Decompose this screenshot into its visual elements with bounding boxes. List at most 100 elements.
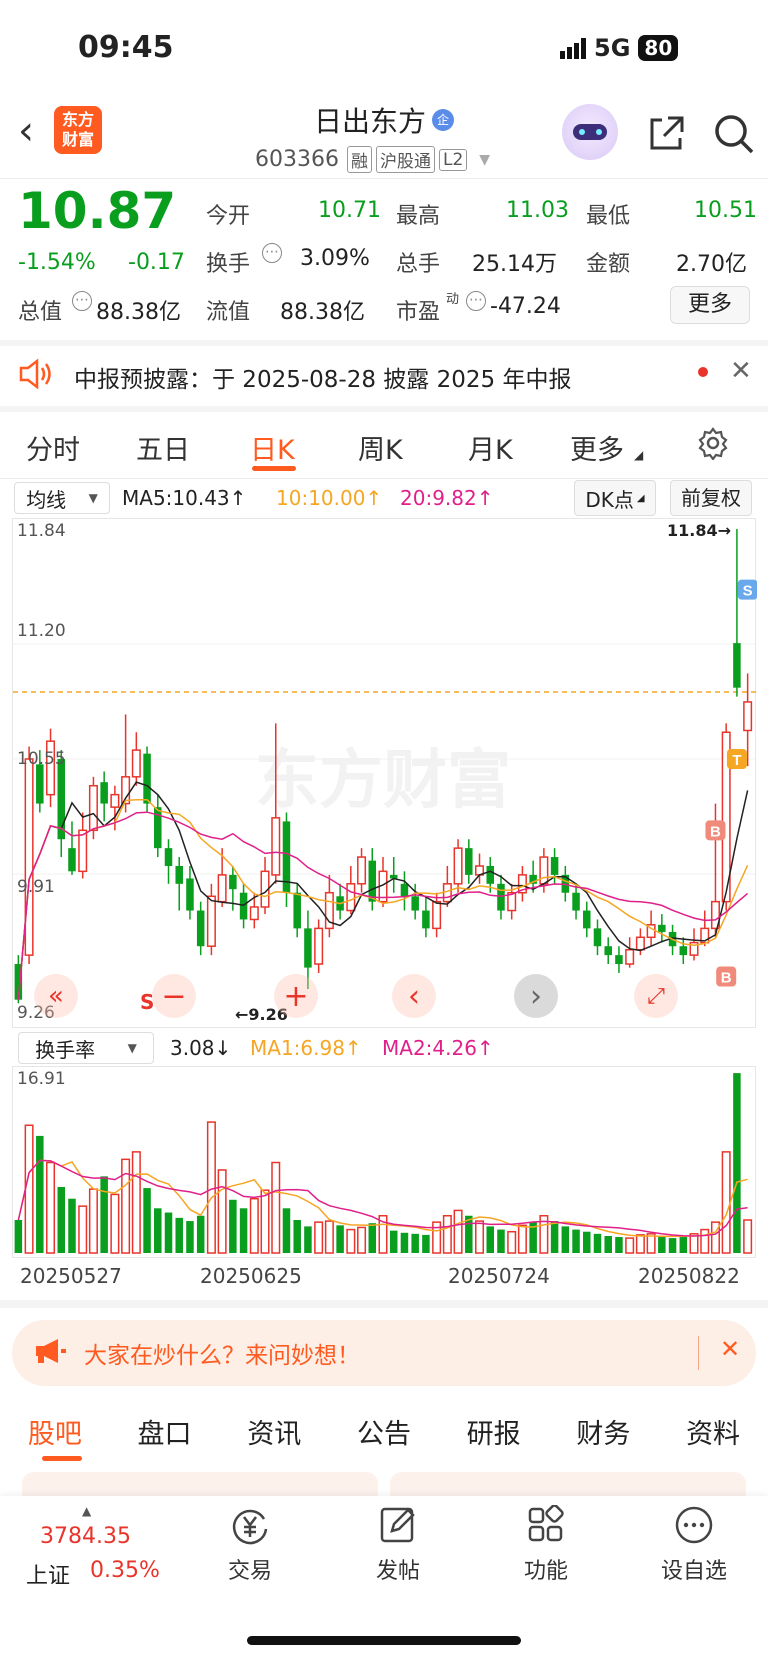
candle-body [658,924,666,932]
volume-bar [78,1205,88,1254]
candle-body [346,883,356,912]
candle-body [411,896,419,911]
tab-orderbook[interactable]: 盘口 [138,1412,192,1451]
volume-bar [389,1230,398,1253]
battery-icon: 80 [638,35,679,61]
tab-profile[interactable]: 资料 [686,1412,740,1451]
more-button[interactable]: 更多 [670,286,750,324]
volume-bar [550,1221,559,1253]
volume-chart[interactable]: 16.91 [12,1066,756,1258]
assistant-avatar-icon[interactable] [562,104,618,160]
close-promo-icon[interactable]: ✕ [720,1335,740,1363]
open-value: 10.71 [318,198,381,223]
promo-banner[interactable]: 大家在炒什么？来问妙想！ ✕ [12,1320,756,1386]
volume-bar [14,1220,23,1253]
volume-canvas [14,1073,753,1254]
volume-bar [346,1228,356,1254]
y-tick-3: 10.55 [17,749,66,769]
candle-body [625,949,635,965]
volume-bar [100,1176,108,1253]
amount-value: 2.70亿 [676,252,747,277]
enterprise-badge: 企 [432,109,454,131]
tab-more[interactable]: 更多 [570,428,624,467]
sub-tab-indicator [42,1456,82,1461]
tab-research[interactable]: 研报 [467,1412,521,1451]
vol-ma1: MA1:6.98↑ [250,1036,362,1060]
notice-text[interactable]: 中报预披露：于 2025-08-28 披露 2025 年中报 [74,360,571,394]
close-icon[interactable]: ✕ [730,356,752,386]
nav-post[interactable]: 发帖 [338,1505,458,1585]
info-icon[interactable]: ⋯ [72,291,92,311]
sell-marker: S [743,583,753,600]
candle-body [743,701,753,732]
info-icon[interactable]: ⋯ [262,243,282,263]
volume-bar [229,1199,237,1253]
max-marker: 11.84→ [667,521,732,540]
mcap-label: 总值 [18,300,63,325]
volume-indicator-select[interactable]: 换手率 ▼ [18,1032,154,1064]
index-name[interactable]: 上证 [26,1558,70,1590]
volume-bar [497,1229,505,1253]
adjust-button[interactable]: 前复权 [670,480,752,516]
current-price: 10.87 [18,182,177,240]
volume-bar [57,1187,66,1253]
candle-body [110,793,120,808]
nav-trade[interactable]: 交易 [190,1505,310,1585]
tab-five-day[interactable]: 五日 [136,428,190,467]
index-percent[interactable]: 0.35% [90,1558,160,1583]
candle-body [539,856,549,885]
share-icon[interactable] [646,114,686,158]
tab-forum[interactable]: 股吧 [28,1412,82,1451]
search-icon[interactable] [712,112,756,160]
change-amount: -0.17 [128,250,185,275]
tab-announcements[interactable]: 公告 [357,1412,411,1451]
candle-body [271,817,281,876]
tab-intraday[interactable]: 分时 [26,428,80,467]
candle-body [304,928,312,968]
tab-finance[interactable]: 财务 [576,1412,630,1451]
nav-functions[interactable]: 功能 [486,1504,606,1585]
tab-news[interactable]: 资讯 [247,1412,301,1451]
candle-body [314,927,324,965]
info-icon[interactable]: ⋯ [466,291,486,311]
dk-point-button[interactable]: DK点 ◢ [574,480,656,516]
volume-bar [625,1237,635,1254]
buy-marker: B [710,823,721,840]
kline-chart[interactable]: 东方财富 BBTS 11.84 11.20 10.55 9.91 9.26 11… [12,518,757,1028]
zoom-out-icon[interactable]: − [152,974,196,1018]
candle-body [154,807,162,849]
date-label-4: 20250822 [638,1264,740,1288]
rewind-icon[interactable]: « [34,974,78,1018]
vol-ma2: MA2:4.26↑ [382,1036,494,1060]
volume-label: 总手 [396,252,441,277]
zoom-in-icon[interactable]: + [274,974,318,1018]
stock-code-row: 603366 融 沪股通 L2 ▼ [255,146,490,173]
candle-body [68,848,76,872]
mcap-value: 88.38亿 [96,300,181,325]
prev-icon[interactable]: ‹ [392,974,436,1018]
volume-bar [206,1121,216,1254]
volume-bar [572,1229,580,1253]
next-icon[interactable]: › [514,974,558,1018]
indicator-select[interactable]: 均线 ▼ [14,482,110,514]
fullscreen-icon[interactable]: ⤢ [634,974,678,1018]
buy-marker: B [721,970,732,987]
volume-bar [164,1212,173,1253]
candle-body [131,749,141,778]
volume-bar [593,1233,602,1253]
dropdown-icon[interactable]: ▼ [479,152,490,168]
nav-watchlist[interactable]: 设自选 [634,1505,754,1585]
volume-bar [46,1161,56,1254]
tab-weekly-k[interactable]: 周K [358,428,403,467]
index-value[interactable]: 3784.35 [40,1524,131,1549]
volume-bar [743,1219,753,1254]
candle-body [175,865,183,884]
turnover-rate-value: 3.08↓ [170,1036,232,1060]
settings-gear-icon[interactable] [696,426,730,464]
tab-monthly-k[interactable]: 月K [468,428,513,467]
tab-daily-k[interactable]: 日K [250,428,295,467]
candle-body [293,892,301,929]
trade-icon [232,1509,268,1545]
pe-value: -47.24 [490,294,561,319]
volume-bar [668,1238,677,1253]
